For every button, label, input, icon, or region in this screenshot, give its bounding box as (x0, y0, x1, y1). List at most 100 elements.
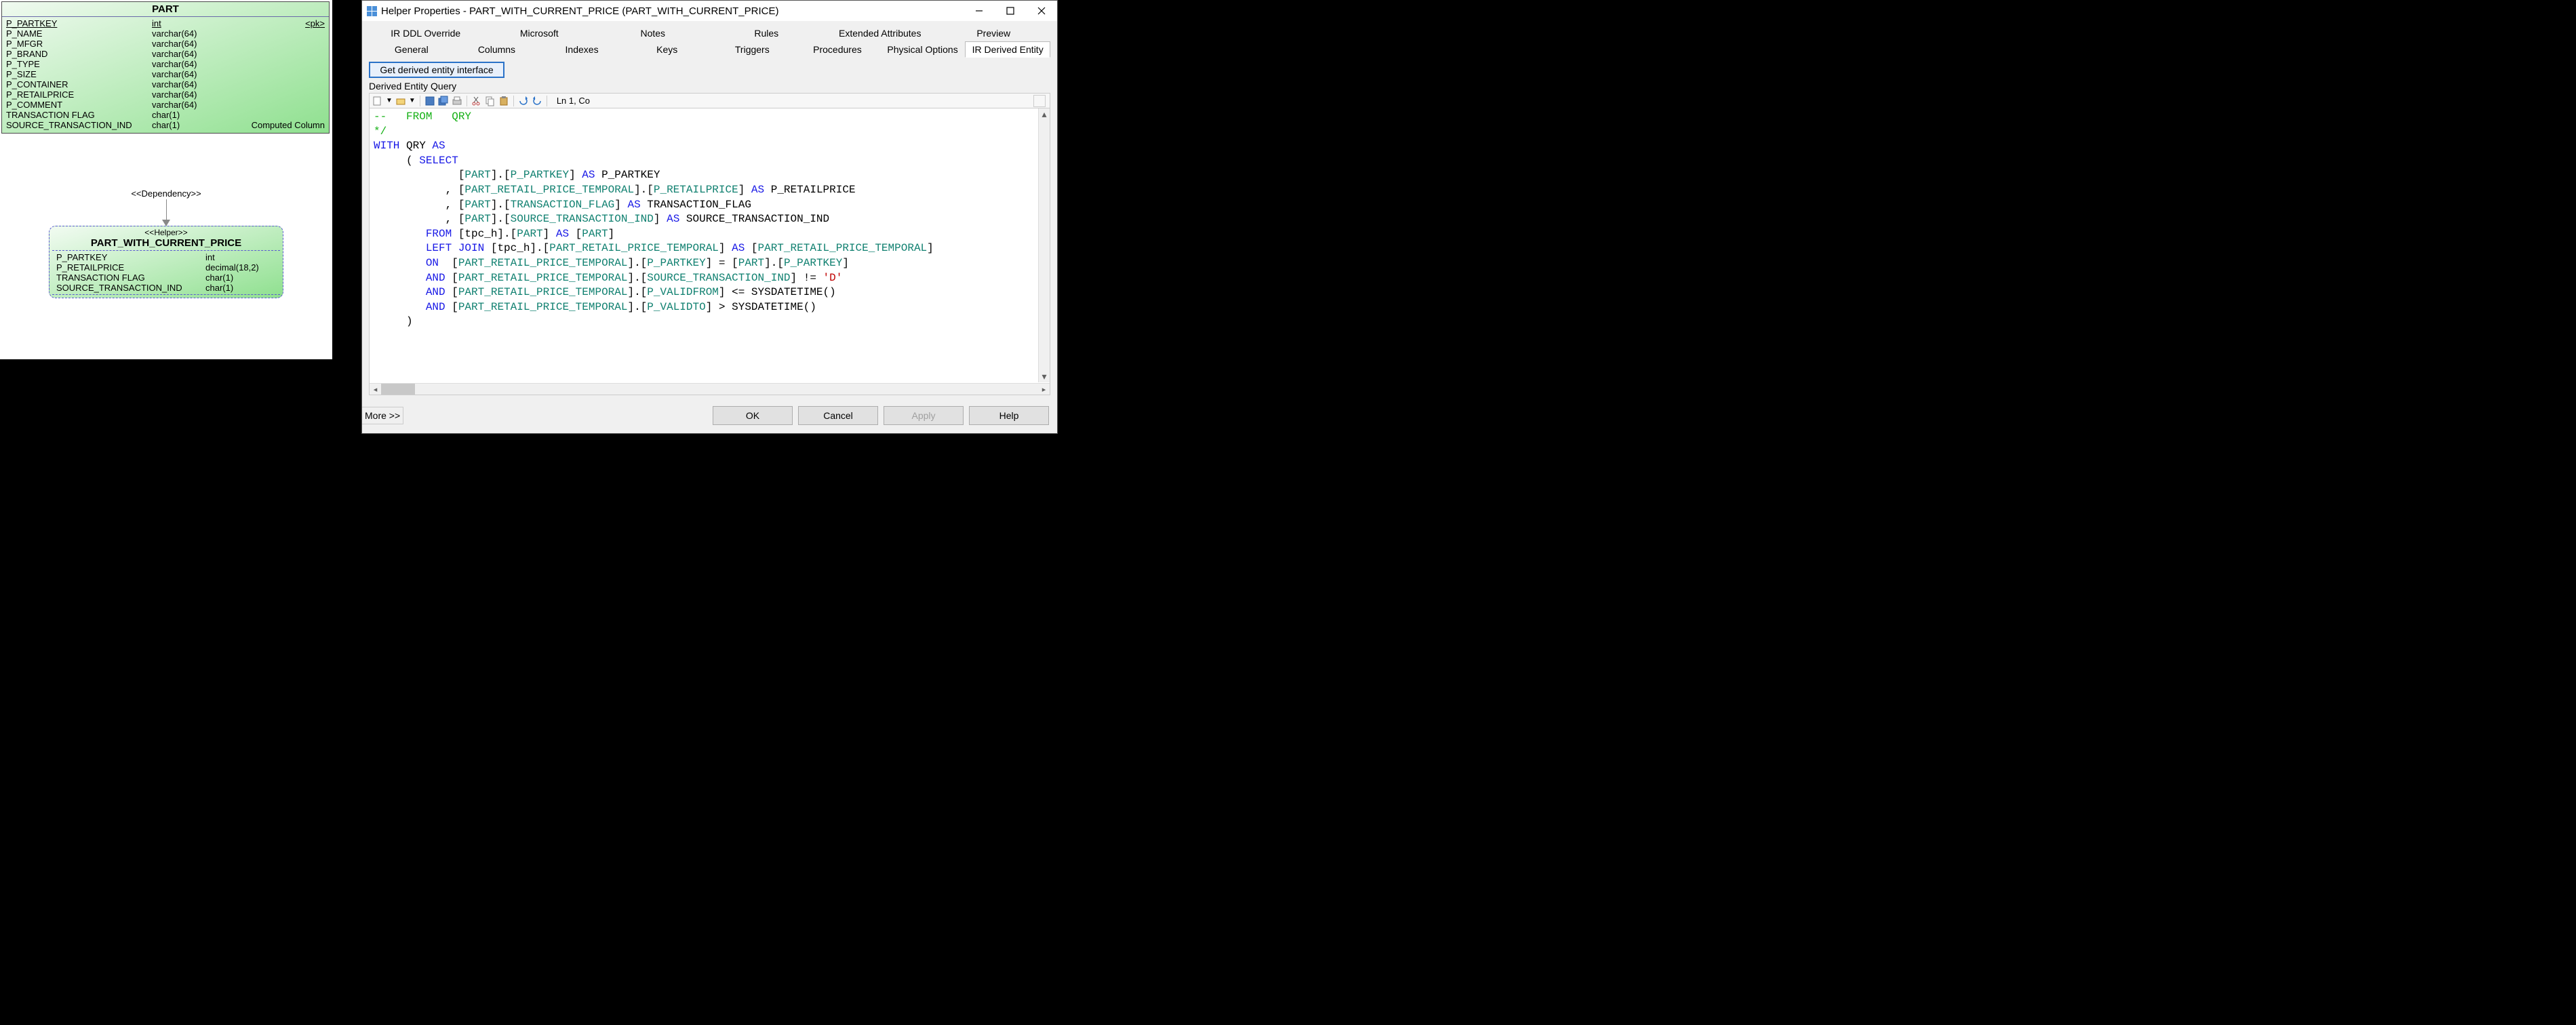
column-name: P_PARTKEY (6, 18, 152, 28)
er-diagram-canvas: PART P_PARTKEYint<pk>P_NAMEvarchar(64)P_… (0, 0, 332, 359)
column-extra (213, 69, 325, 79)
column-name: TRANSACTION FLAG (56, 273, 205, 283)
tab-keys[interactable]: Keys (625, 41, 710, 58)
column-name: P_CONTAINER (6, 79, 152, 89)
sql-code-editor[interactable]: -- FROM QRY */ WITH QRY AS ( SELECT [PAR… (369, 108, 1050, 395)
column-extra (213, 110, 325, 120)
tab-physical-options[interactable]: Physical Options (880, 41, 966, 58)
window-minimize-button[interactable] (964, 1, 995, 21)
dependency-arrow-line (166, 199, 167, 222)
column-type: varchar(64) (152, 89, 213, 100)
entity-part-column-row[interactable]: P_COMMENTvarchar(64) (6, 100, 325, 110)
editor-undo-icon[interactable] (518, 96, 529, 106)
entity-part-column-row[interactable]: P_NAMEvarchar(64) (6, 28, 325, 39)
editor-print-icon[interactable] (452, 96, 462, 106)
editor-paste-icon[interactable] (498, 96, 509, 106)
editor-dropdown-icon[interactable]: ▼ (386, 97, 393, 104)
column-extra (213, 79, 325, 89)
column-extra (213, 100, 325, 110)
editor-options-icon[interactable] (1033, 95, 1046, 107)
horizontal-scrollbar[interactable]: ◂ ▸ (370, 383, 1050, 395)
column-type: varchar(64) (152, 100, 213, 110)
column-extra: Computed Column (213, 120, 325, 130)
tab-columns[interactable]: Columns (454, 41, 540, 58)
column-name: P_NAME (6, 28, 152, 39)
tab-notes[interactable]: Notes (596, 25, 710, 41)
entity-part[interactable]: PART P_PARTKEYint<pk>P_NAMEvarchar(64)P_… (1, 1, 330, 134)
column-type: char(1) (152, 120, 213, 130)
dependency-label: <<Dependency>> (0, 188, 332, 199)
tab-microsoft[interactable]: Microsoft (483, 25, 597, 41)
column-name: SOURCE_TRANSACTION_IND (6, 120, 152, 130)
tab-triggers[interactable]: Triggers (710, 41, 795, 58)
editor-open-icon[interactable] (395, 96, 406, 106)
editor-cut-icon[interactable] (471, 96, 482, 106)
window-maximize-button[interactable] (995, 1, 1026, 21)
tab-rules[interactable]: Rules (710, 25, 824, 41)
tab-extended-attributes[interactable]: Extended Attributes (823, 25, 937, 41)
tab-ir-ddl-override[interactable]: IR DDL Override (369, 25, 483, 41)
window-app-icon (366, 5, 377, 16)
help-button[interactable]: Help (969, 406, 1049, 425)
editor-toolbar: ▼ ▼ Ln 1, Co (369, 93, 1050, 108)
scroll-right-icon[interactable]: ▸ (1038, 384, 1050, 395)
column-name: P_RETAILPRICE (56, 262, 205, 273)
entity-helper[interactable]: <<Helper>> PART_WITH_CURRENT_PRICE P_PAR… (49, 226, 283, 298)
tab-preview[interactable]: Preview (937, 25, 1051, 41)
column-type: varchar(64) (152, 39, 213, 49)
column-type: varchar(64) (152, 59, 213, 69)
helper-column-row[interactable]: TRANSACTION FLAGchar(1) (56, 273, 276, 283)
column-name: P_RETAILPRICE (6, 89, 152, 100)
entity-part-column-row[interactable]: P_TYPEvarchar(64) (6, 59, 325, 69)
entity-part-column-row[interactable]: P_SIZEvarchar(64) (6, 69, 325, 79)
column-type: char(1) (205, 283, 276, 293)
column-name: P_BRAND (6, 49, 152, 59)
entity-part-column-row[interactable]: P_RETAILPRICEvarchar(64) (6, 89, 325, 100)
scroll-down-icon[interactable]: ▾ (1039, 371, 1050, 382)
column-extra (213, 39, 325, 49)
tab-indexes[interactable]: Indexes (539, 41, 625, 58)
titlebar[interactable]: Helper Properties - PART_WITH_CURRENT_PR… (362, 1, 1057, 21)
scroll-left-icon[interactable]: ◂ (370, 384, 381, 395)
column-type: int (152, 18, 213, 28)
column-type: varchar(64) (152, 49, 213, 59)
scrollbar-thumb[interactable] (381, 384, 415, 395)
entity-part-column-row[interactable]: P_BRANDvarchar(64) (6, 49, 325, 59)
more-button[interactable]: More >> (362, 407, 403, 424)
tab-strip: IR DDL OverrideMicrosoftNotesRulesExtend… (362, 21, 1057, 58)
entity-part-column-row[interactable]: SOURCE_TRANSACTION_INDchar(1)Computed Co… (6, 120, 325, 130)
column-type: varchar(64) (152, 28, 213, 39)
editor-saveall-icon[interactable] (438, 96, 449, 106)
column-name: P_MFGR (6, 39, 152, 49)
entity-part-column-row[interactable]: TRANSACTION FLAGchar(1) (6, 110, 325, 120)
window-close-button[interactable] (1026, 1, 1057, 21)
column-name: P_TYPE (6, 59, 152, 69)
editor-copy-icon[interactable] (485, 96, 496, 106)
column-extra (213, 28, 325, 39)
helper-stereotype: <<Helper>> (49, 228, 283, 237)
helper-column-row[interactable]: P_PARTKEYint (56, 252, 276, 262)
ok-button[interactable]: OK (713, 406, 793, 425)
tab-ir-derived-entity[interactable]: IR Derived Entity (965, 41, 1050, 58)
editor-save-icon[interactable] (424, 96, 435, 106)
column-extra: <pk> (213, 18, 325, 28)
helper-column-row[interactable]: P_RETAILPRICEdecimal(18,2) (56, 262, 276, 273)
entity-part-title: PART (2, 2, 329, 17)
tab-procedures[interactable]: Procedures (795, 41, 880, 58)
entity-part-column-row[interactable]: P_PARTKEYint<pk> (6, 18, 325, 28)
get-derived-entity-interface-button[interactable]: Get derived entity interface (369, 62, 504, 78)
editor-dropdown2-icon[interactable]: ▼ (409, 97, 416, 104)
scroll-up-icon[interactable]: ▴ (1039, 108, 1050, 120)
entity-part-column-row[interactable]: P_CONTAINERvarchar(64) (6, 79, 325, 89)
editor-redo-icon[interactable] (532, 96, 542, 106)
apply-button[interactable]: Apply (884, 406, 964, 425)
helper-column-row[interactable]: SOURCE_TRANSACTION_INDchar(1) (56, 283, 276, 293)
tab-general[interactable]: General (369, 41, 454, 58)
editor-new-icon[interactable] (372, 96, 383, 106)
vertical-scrollbar[interactable]: ▴ ▾ (1038, 108, 1050, 382)
cancel-button[interactable]: Cancel (798, 406, 878, 425)
column-type: decimal(18,2) (205, 262, 276, 273)
editor-cursor-position: Ln 1, Co (557, 96, 590, 106)
entity-part-column-row[interactable]: P_MFGRvarchar(64) (6, 39, 325, 49)
derived-entity-query-label: Derived Entity Query (369, 81, 1050, 92)
